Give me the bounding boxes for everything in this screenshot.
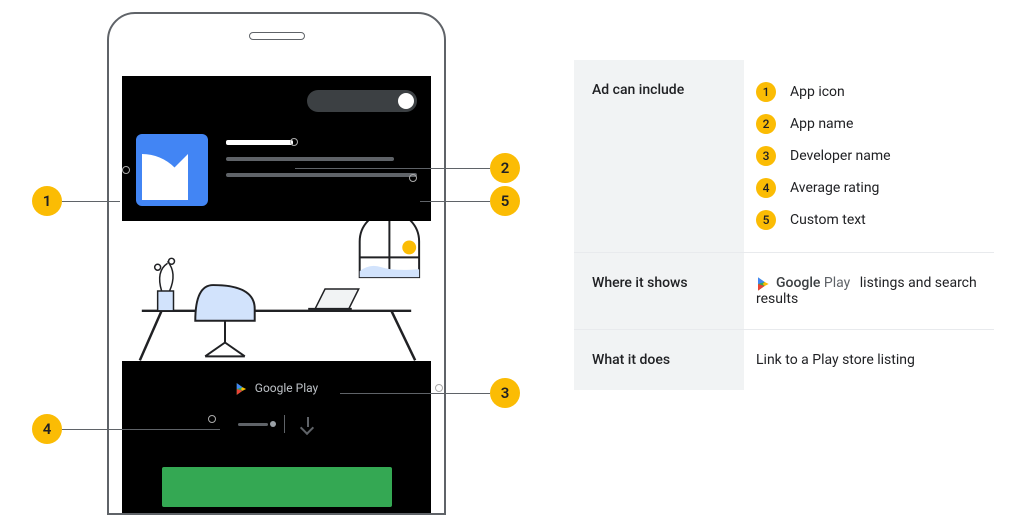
list-item: 1 App icon (756, 82, 982, 102)
list-item: 2 App name (756, 114, 982, 134)
status-pill (307, 90, 417, 112)
info-table: Ad can include 1 App icon 2 App name 3 D… (574, 60, 994, 390)
status-dot (398, 93, 414, 109)
info-row-include: Ad can include 1 App icon 2 App name 3 D… (574, 60, 994, 252)
callout-3: 3 (490, 378, 520, 408)
info-row-shows: Where it shows Google Play listings and … (574, 252, 994, 329)
does-text: Link to a Play store listing (756, 352, 915, 368)
leader-4 (62, 429, 220, 430)
list-item-text: Custom text (790, 212, 866, 228)
list-item-text: App name (790, 116, 853, 132)
leader-3 (340, 393, 490, 394)
mini-badge: 3 (756, 146, 776, 166)
list-item-text: App icon (790, 84, 845, 100)
phone-screen: Google Play (122, 76, 431, 513)
brand-a: Google (776, 275, 820, 291)
callout-5-num: 5 (501, 192, 510, 210)
callout-5: 5 (490, 186, 520, 216)
callout-1: 1 (32, 186, 62, 216)
app-text-lines (226, 140, 417, 189)
list-item: 3 Developer name (756, 146, 982, 166)
leader-5 (420, 201, 490, 202)
app-name-placeholder (226, 140, 293, 145)
marker-2 (290, 138, 298, 146)
leader-1 (62, 201, 120, 202)
list-item: 4 Average rating (756, 178, 982, 198)
list-item: 5 Custom text (756, 210, 982, 230)
rating-placeholder (238, 423, 268, 426)
ad-top-panel (122, 76, 431, 221)
info-content-include: 1 App icon 2 App name 3 Developer name 4… (744, 60, 994, 252)
callout-2-num: 2 (501, 159, 510, 177)
play-store-icon (756, 276, 770, 290)
mini-badge: 1 (756, 82, 776, 102)
store-label: Google Play (255, 381, 318, 395)
mini-badge: 2 (756, 114, 776, 134)
brand-b: Play (824, 275, 850, 291)
phone-mockup: Google Play (107, 12, 446, 515)
info-label-does: What it does (574, 330, 744, 390)
app-icon (136, 134, 208, 206)
info-label-shows: Where it shows (574, 253, 744, 329)
info-row-does: What it does Link to a Play store listin… (574, 329, 994, 390)
callout-4-num: 4 (43, 420, 52, 438)
play-store-icon (235, 381, 249, 395)
leader-2 (295, 168, 490, 169)
divider (284, 415, 285, 433)
info-content-shows: Google Play listings and search results (744, 253, 994, 329)
play-store-inline: Google Play (756, 275, 850, 291)
marker-1 (122, 166, 130, 174)
feature-illustration (122, 221, 431, 361)
mini-badge: 4 (756, 178, 776, 198)
app-subline-2 (226, 173, 417, 177)
meta-row (136, 415, 417, 433)
download-icon (301, 417, 315, 431)
callout-4: 4 (32, 414, 62, 444)
app-header-row (136, 134, 417, 206)
callout-3-num: 3 (501, 384, 510, 402)
callout-1-num: 1 (43, 192, 52, 210)
app-subline-1 (226, 157, 394, 161)
include-list: 1 App icon 2 App name 3 Developer name 4… (756, 82, 982, 230)
play-brand: Google Play (776, 275, 850, 291)
office-illustration (122, 221, 431, 361)
list-item-text: Developer name (790, 148, 891, 164)
marker-4 (208, 415, 216, 423)
ad-bottom-panel: Google Play (122, 361, 431, 515)
info-content-does: Link to a Play store listing (744, 330, 994, 390)
marker-3 (435, 384, 443, 392)
info-label-include: Ad can include (574, 60, 744, 252)
marker-5 (409, 174, 417, 182)
list-item-text: Average rating (790, 180, 879, 196)
install-button[interactable] (162, 467, 392, 507)
mini-badge: 5 (756, 210, 776, 230)
phone-speaker (249, 32, 305, 40)
callout-2: 2 (490, 153, 520, 183)
